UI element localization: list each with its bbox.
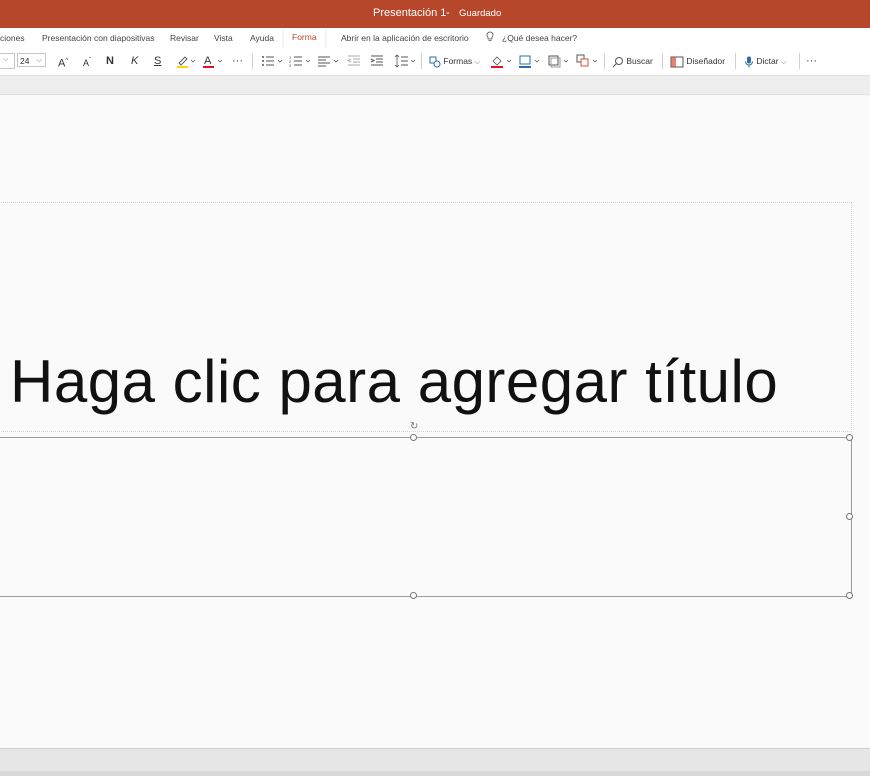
font-color-button[interactable]: A [202, 54, 224, 68]
resize-handle-bottom[interactable] [410, 592, 417, 599]
notes-bar [0, 76, 870, 95]
status-bar [0, 748, 870, 776]
chevron-down-icon: ⌵ [36, 57, 42, 64]
find-button[interactable]: Buscar [612, 54, 653, 68]
increase-indent-icon [370, 55, 383, 66]
open-desktop-app-link[interactable]: Abrir en la aplicación de escritorio [341, 33, 469, 43]
resize-handle-top[interactable] [410, 434, 417, 441]
pen-outline-icon [519, 55, 540, 68]
tell-me-search[interactable]: ¿Qué desea hacer? [502, 33, 577, 43]
more-font-options-button[interactable]: ··· [232, 54, 243, 68]
save-status: Guardado [459, 8, 502, 19]
designer-icon [670, 56, 684, 68]
arrange-icon [576, 54, 598, 67]
slide-canvas: Haga clic para agregar título ↻ [0, 95, 870, 748]
dictate-button[interactable]: Dictar ⌵ [744, 54, 786, 68]
numbering-button[interactable]: 123 [289, 54, 313, 68]
title-separator: - [446, 7, 450, 19]
divider [604, 53, 605, 69]
decrease-indent-button[interactable] [347, 54, 361, 68]
ribbon-toolbar: ⌵ 24 ⌵ A^ Aˇ N K S A ··· 123 Formas ⌵ Bu… [0, 48, 870, 76]
line-spacing-button[interactable] [394, 54, 418, 68]
increase-indent-button[interactable] [370, 54, 384, 68]
divider [735, 53, 736, 69]
paint-bucket-icon [491, 56, 512, 68]
chevron-down-icon: ⌵ [3, 56, 9, 63]
search-icon [612, 56, 623, 68]
shape-outline-button[interactable] [518, 54, 542, 68]
shrink-font-button[interactable]: Aˇ [83, 54, 91, 68]
strikethrough-button[interactable]: S [154, 54, 161, 68]
align-button[interactable] [317, 54, 341, 68]
title-bar: Presentación 1 - Guardado [0, 0, 870, 28]
decrease-indent-icon [347, 55, 360, 66]
designer-label: Diseñador [686, 56, 726, 66]
title-placeholder-text[interactable]: Haga clic para agregar título [10, 347, 778, 416]
shape-effects-icon [548, 55, 569, 68]
rotate-handle-icon[interactable]: ↻ [410, 421, 418, 432]
font-color-icon: A [203, 55, 223, 68]
tab-revisar[interactable]: Revisar [170, 33, 199, 43]
tab-forma[interactable]: Forma [284, 28, 325, 48]
chevron-down-icon: ⌵ [780, 59, 787, 66]
divider [252, 53, 253, 69]
font-size-dropdown[interactable]: 24 ⌵ [17, 53, 46, 67]
line-spacing-icon [394, 54, 416, 68]
tab-vista[interactable]: Vista [214, 33, 233, 43]
resize-handle-top-right[interactable] [846, 434, 853, 441]
shapes-icon [429, 56, 441, 68]
resize-handle-bottom-right[interactable] [846, 592, 853, 599]
tab-presentacion[interactable]: Presentación con diapositivas [42, 33, 154, 43]
shape-effects-button[interactable] [547, 54, 571, 68]
align-left-icon [318, 56, 339, 67]
bullets-button[interactable] [261, 54, 285, 68]
document-title[interactable]: Presentación 1 [373, 7, 446, 19]
tab-ayuda[interactable]: Ayuda [250, 33, 274, 43]
highlighter-icon [177, 56, 196, 68]
divider [799, 53, 800, 69]
subtitle-placeholder[interactable] [0, 437, 852, 597]
microphone-icon [745, 56, 753, 68]
slide[interactable]: Haga clic para agregar título ↻ [0, 95, 870, 748]
divider [662, 53, 663, 69]
bullet-list-icon [262, 56, 283, 66]
dictate-label: Dictar [756, 56, 779, 66]
grow-font-button[interactable]: A^ [58, 54, 68, 70]
status-bar-edge [0, 771, 870, 776]
divider [421, 53, 422, 69]
highlight-color-button[interactable] [176, 54, 196, 68]
tab-animaciones[interactable]: ciones [0, 33, 25, 43]
shapes-button[interactable]: Formas ⌵ [429, 54, 480, 68]
font-name-dropdown[interactable]: ⌵ [0, 53, 15, 69]
svg-text:A: A [204, 55, 212, 67]
lightbulb-icon [486, 31, 494, 42]
svg-text:3: 3 [289, 63, 292, 68]
font-size-value: 24 [20, 56, 30, 66]
bold-button[interactable]: N [106, 54, 114, 68]
numbered-list-icon: 123 [289, 55, 311, 68]
ribbon-tabs: ciones Presentación con diapositivas Rev… [0, 28, 870, 48]
shape-fill-button[interactable] [490, 54, 514, 68]
find-label: Buscar [626, 56, 653, 66]
italic-button[interactable]: K [131, 54, 138, 68]
arrange-button[interactable] [576, 54, 600, 68]
resize-handle-right[interactable] [846, 513, 853, 520]
ribbon-overflow-button[interactable]: ··· [806, 54, 817, 68]
designer-button[interactable]: Diseñador [670, 54, 725, 68]
shapes-label: Formas [443, 56, 473, 66]
chevron-down-icon: ⌵ [474, 59, 480, 66]
